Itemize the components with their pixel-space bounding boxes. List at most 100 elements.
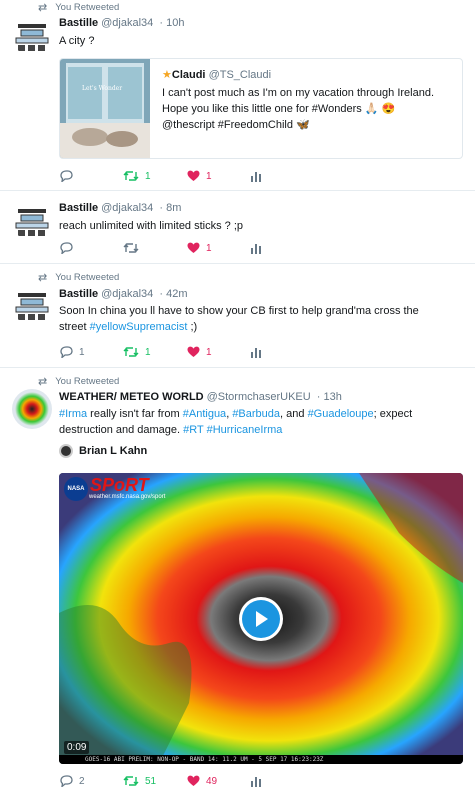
display-name[interactable]: WEATHER/ METEO WORLD [59, 391, 204, 403]
analytics-icon [251, 777, 261, 787]
retweet-icon: ⇄ [38, 272, 48, 284]
hashtag-link[interactable]: #Guadeloupe [308, 408, 374, 420]
hashtag-link[interactable]: #HurricaneIrma [207, 424, 283, 436]
reply-button[interactable] [59, 242, 123, 254]
retweet-indicator: ⇄ You Retweeted [38, 375, 119, 388]
reply-count: 2 [79, 775, 85, 787]
handle[interactable]: @StormchaserUKEU [207, 391, 311, 403]
like-button[interactable]: 49 [187, 775, 251, 787]
heart-icon [187, 775, 200, 786]
tweet-actions: 1 [59, 242, 315, 254]
retweet-label: You Retweeted [55, 2, 120, 13]
text-segment: ; expect [373, 408, 413, 420]
quoted-handle: @TS_Claudi [208, 69, 272, 81]
timestamp[interactable]: 10h [166, 17, 184, 29]
quoted-tweet[interactable]: Let's Wonder ★Claudi @TS_Claudi I can't … [59, 58, 463, 159]
tweet-header: Bastille @djakal34 · 10h [59, 17, 185, 29]
retweet-label: You Retweeted [55, 376, 120, 387]
media-attribution[interactable]: Brian L Kahn [59, 444, 147, 458]
retweet-icon [123, 243, 139, 253]
sport-logo: SPoRT [90, 475, 149, 496]
heart-icon [187, 346, 200, 357]
analytics-button[interactable] [251, 242, 315, 254]
tweet-text-line: #Irma really isn't far from #Antigua, #B… [59, 406, 461, 422]
tweet-text: reach unlimited with limited sticks ? ;p [59, 220, 244, 232]
tweet-4[interactable]: ⇄ You Retweeted WEATHER/ METEO WORLD @Sto… [0, 368, 475, 793]
text-segment: ;) [187, 321, 198, 333]
analytics-button[interactable] [251, 170, 315, 182]
retweet-button[interactable]: 1 [123, 346, 187, 358]
retweet-label: You Retweeted [55, 272, 120, 283]
retweet-button[interactable]: 1 [123, 170, 187, 182]
like-count: 1 [206, 346, 212, 358]
text-segment: really isn't far from [87, 408, 183, 420]
tweet-1[interactable]: ⇄ You Retweeted Bastille @djakal34 · 10h … [0, 0, 475, 191]
tweet-header: Bastille @djakal34 · 42m [59, 288, 188, 300]
avatar[interactable] [12, 389, 52, 429]
analytics-button[interactable] [251, 775, 315, 787]
tweet-header: Bastille @djakal34 · 8m [59, 202, 182, 214]
reply-count: 1 [79, 346, 85, 358]
timestamp[interactable]: 42m [166, 288, 187, 300]
nasa-logo: NASA [64, 477, 88, 501]
like-button[interactable]: 1 [187, 346, 251, 358]
tweet-actions: 2 51 49 [59, 775, 315, 787]
text-segment: , and [280, 408, 308, 420]
handle[interactable]: @djakal34 [101, 17, 153, 29]
quoted-text-line: I can't post much as I'm on my vacation … [162, 87, 435, 99]
handle[interactable]: @djakal34 [101, 202, 153, 214]
display-name[interactable]: Bastille [59, 288, 98, 300]
tweet-text-line: destruction and damage. #RT #HurricaneIr… [59, 422, 461, 438]
hashtag-link[interactable]: #RT [183, 424, 203, 436]
like-button[interactable]: 1 [187, 170, 251, 182]
retweet-indicator: ⇄ You Retweeted [38, 1, 119, 14]
tweet-text-line: Soon In china you ll have to show your C… [59, 305, 419, 317]
reply-icon [60, 346, 73, 358]
quoted-text-line: @thescript #FreedomChild 🦋 [162, 119, 310, 131]
like-count: 49 [206, 775, 218, 787]
analytics-icon [251, 244, 261, 254]
display-name[interactable]: Bastille [59, 17, 98, 29]
avatar[interactable] [12, 201, 52, 241]
source-url: weather.msfc.nasa.gov/sport [89, 494, 166, 500]
video-player[interactable]: NASA SPoRT weather.msfc.nasa.gov/sport 0… [59, 473, 463, 764]
tweet-text: Soon In china you ll have to show your C… [59, 303, 461, 335]
tweet-text: #Irma really isn't far from #Antigua, #B… [59, 406, 461, 438]
hashtag-link[interactable]: #yellowSupremacist [90, 321, 188, 333]
timestamp[interactable]: 8m [166, 202, 181, 214]
play-button[interactable] [239, 597, 283, 641]
avatar[interactable] [12, 16, 52, 56]
hashtag-link[interactable]: #Irma [59, 408, 87, 420]
heart-icon [187, 170, 200, 181]
text-segment: destruction and damage. [59, 424, 184, 436]
retweet-button[interactable]: 51 [123, 775, 187, 787]
reply-icon [60, 242, 73, 254]
play-icon [242, 600, 280, 638]
hashtag-link[interactable]: #Barbuda [232, 408, 280, 420]
tweet-actions: 1 1 1 [59, 346, 315, 358]
tweet-2[interactable]: Bastille @djakal34 · 8m reach unlimited w… [0, 191, 475, 264]
quoted-text: I can't post much as I'm on my vacation … [162, 85, 434, 133]
retweet-count: 1 [145, 346, 151, 358]
retweet-icon: ⇄ [38, 2, 48, 14]
tweet-3[interactable]: ⇄ You Retweeted Bastille @djakal34 · 42m … [0, 264, 475, 368]
video-duration: 0:09 [64, 741, 90, 754]
star-icon: ★ [162, 69, 172, 81]
retweet-icon: ⇄ [38, 376, 48, 388]
display-name[interactable]: Bastille [59, 202, 98, 214]
quoted-tweet-image[interactable]: Let's Wonder [60, 59, 150, 158]
reply-button[interactable]: 2 [59, 775, 123, 787]
handle[interactable]: @djakal34 [101, 288, 153, 300]
hashtag-link[interactable]: #Antigua [183, 408, 226, 420]
video-caption: GOES-16 ABI PRELIM: NON-OP - BAND 14: 11… [59, 755, 463, 764]
reply-button[interactable] [59, 170, 123, 182]
analytics-button[interactable] [251, 346, 315, 358]
retweet-icon [123, 776, 139, 786]
timestamp[interactable]: 13h [324, 391, 342, 403]
reply-button[interactable]: 1 [59, 346, 123, 358]
reply-icon [60, 775, 73, 787]
avatar[interactable] [12, 285, 52, 325]
attribution-avatar [59, 444, 73, 458]
like-button[interactable]: 1 [187, 242, 251, 254]
retweet-button[interactable] [123, 242, 187, 254]
